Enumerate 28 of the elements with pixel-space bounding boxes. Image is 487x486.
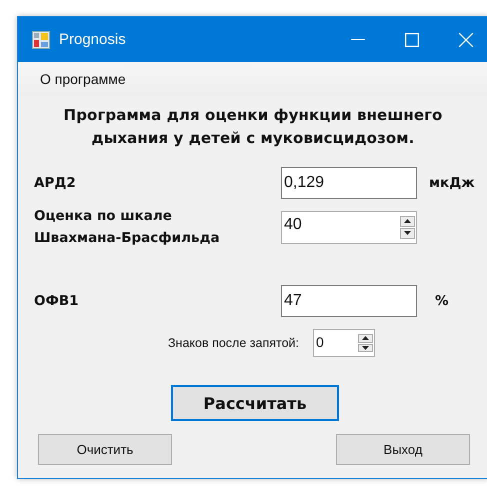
- spin-field[interactable]: 40: [281, 210, 417, 244]
- minimize-icon: [351, 38, 365, 40]
- app-icon: [32, 30, 50, 48]
- window-title: Prognosis: [59, 31, 127, 48]
- field-label: Оценка по шкале Швахмана-Брасфильда: [34, 207, 221, 248]
- menu-item[interactable]: О программе: [34, 69, 132, 89]
- spin-up-button[interactable]: [400, 216, 415, 226]
- field-label: ОФВ1: [34, 292, 80, 311]
- field-label: АРД2: [34, 174, 77, 193]
- close-icon: [459, 32, 473, 46]
- heading-text: Программа для оценки функции внешнего дыхания у детей с муковисцидозом.: [62, 105, 444, 149]
- decimals-label: Знаков после запятой:: [168, 336, 299, 350]
- maximize-icon: [405, 32, 419, 46]
- action-button[interactable]: Очистить: [38, 434, 172, 465]
- up-arrow-icon: [362, 336, 369, 340]
- spin-down-button[interactable]: [358, 344, 373, 352]
- down-arrow-icon: [404, 231, 411, 235]
- unit-label: мкДж: [429, 175, 476, 191]
- decimals-spin-field[interactable]: 0: [312, 329, 375, 357]
- spin-up-button[interactable]: [358, 334, 373, 342]
- unit-label: %: [435, 293, 450, 309]
- action-button[interactable]: Выход: [336, 434, 470, 465]
- input-field[interactable]: 47: [281, 285, 417, 317]
- calculate-button[interactable]: Рассчитать: [171, 385, 339, 421]
- down-arrow-icon: [362, 346, 369, 350]
- input-field[interactable]: 0,129: [281, 167, 417, 199]
- spin-down-button[interactable]: [400, 228, 415, 238]
- up-arrow-icon: [404, 219, 411, 223]
